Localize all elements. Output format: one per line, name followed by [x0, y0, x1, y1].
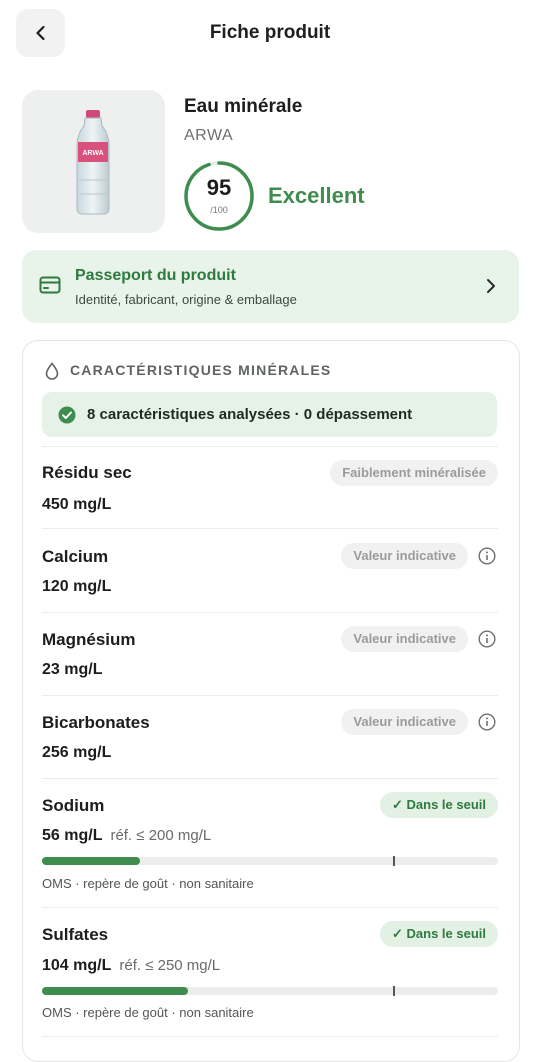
mineral-row-magnesium: Magnésium Valeur indicative 23 mg/L — [42, 612, 498, 695]
product-name: Eau minérale — [184, 96, 303, 117]
card-icon — [39, 276, 61, 294]
reference-limit: réf. ≤ 200 mg/L — [110, 827, 212, 844]
mineral-name: Calcium — [42, 547, 109, 566]
level-bar-fill — [42, 987, 188, 995]
level-bar — [42, 986, 498, 996]
mineral-value: 256 mg/L — [42, 744, 112, 761]
row-divider — [42, 695, 498, 696]
status-badge: Valeur indicative — [341, 709, 468, 735]
status-badge: ✓ Dans le seuil — [380, 921, 498, 947]
passport-subtitle: Identité, fabricant, origine & emballage — [75, 292, 297, 307]
mineral-value: 23 mg/L — [42, 661, 103, 678]
mineral-value: 120 mg/L — [42, 578, 112, 595]
info-icon[interactable] — [478, 713, 496, 731]
info-icon[interactable] — [478, 547, 496, 565]
threshold-marker — [393, 986, 395, 996]
info-icon[interactable] — [478, 630, 496, 648]
product-image: ARWA — [22, 90, 165, 233]
water-bottle-image: ARWA — [76, 110, 110, 215]
mineral-name: Magnésium — [42, 630, 136, 649]
level-bar-fill — [42, 857, 141, 865]
status-badge: ✓ Dans le seuil — [380, 792, 498, 818]
page-title: Fiche produit — [209, 22, 331, 43]
source-note: OMS · repère de goût · non sanitaire — [42, 1005, 254, 1020]
row-divider — [42, 446, 498, 447]
level-bar — [42, 856, 498, 866]
score-max: /100 — [210, 205, 228, 215]
score-label: Excellent — [268, 183, 365, 208]
threshold-marker — [393, 856, 395, 866]
mineral-value: 104 mg/L — [42, 957, 112, 974]
mineral-row-bicarbonates: Bicarbonates Valeur indicative 256 mg/L — [42, 695, 498, 778]
row-divider — [42, 1036, 498, 1037]
bottle-label-text: ARWA — [82, 150, 103, 157]
row-divider — [42, 612, 498, 613]
status-badge: Valeur indicative — [341, 626, 468, 652]
chevron-right-icon — [487, 279, 495, 293]
summary-text: 8 caractéristiques analysées · 0 dépasse… — [87, 406, 413, 423]
header: Fiche produit — [0, 0, 540, 68]
mineral-row-sulfates: Sulfates ✓ Dans le seuil 104 mg/L réf. ≤ … — [42, 907, 498, 1037]
mineral-name: Résidu sec — [42, 463, 132, 482]
mineral-name: Sulfates — [42, 925, 109, 944]
mineral-value-line: 104 mg/L réf. ≤ 250 mg/L — [42, 957, 220, 975]
score-value: 95 — [206, 175, 232, 200]
mineral-row-calcium: Calcium Valeur indicative 120 mg/L — [42, 528, 498, 612]
mineral-row-residu-sec: Résidu sec Faiblement minéralisée 450 mg… — [42, 446, 498, 528]
analysis-summary: 8 caractéristiques analysées · 0 dépasse… — [42, 392, 497, 437]
water-drop-icon — [45, 362, 59, 380]
source-note: OMS · repère de goût · non sanitaire — [42, 876, 254, 891]
mineral-name: Sodium — [42, 796, 105, 815]
status-badge: Faiblement minéralisée — [330, 460, 498, 486]
reference-limit: réf. ≤ 250 mg/L — [119, 957, 221, 974]
status-badge: Valeur indicative — [341, 543, 468, 569]
row-divider — [42, 907, 498, 908]
row-divider — [42, 528, 498, 529]
mineral-value: 56 mg/L — [42, 827, 103, 844]
section-title: CARACTÉRISTIQUES MINÉRALES — [70, 362, 332, 378]
mineral-row-sodium: Sodium ✓ Dans le seuil 56 mg/L réf. ≤ 200… — [42, 778, 498, 907]
mineral-value-line: 56 mg/L réf. ≤ 200 mg/L — [42, 827, 211, 845]
check-circle-icon — [58, 406, 76, 424]
product-passport-card[interactable]: Passeport du produit Identité, fabricant… — [22, 250, 519, 323]
passport-title: Passeport du produit — [75, 267, 236, 284]
mineral-name: Bicarbonates — [42, 713, 150, 732]
mineral-value: 450 mg/L — [42, 496, 112, 513]
row-divider — [42, 778, 498, 779]
product-brand: ARWA — [184, 127, 234, 144]
